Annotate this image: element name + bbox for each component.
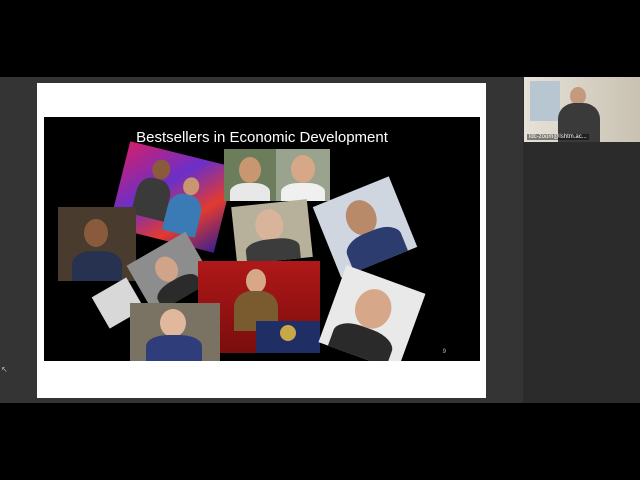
slide-content: Bestsellers in Economic Development 9 — [44, 117, 480, 361]
author-photo-4 — [231, 199, 313, 265]
slide-page-number: 9 — [442, 349, 446, 355]
author-photo-2 — [276, 149, 330, 201]
mouse-cursor-icon: ↖ — [1, 365, 8, 374]
participant-video-tile[interactable]: ldc-zoom@lshtm.ac... — [524, 77, 640, 142]
slide-title: Bestsellers in Economic Development — [136, 129, 388, 146]
author-photo-1 — [224, 149, 276, 201]
author-photo-3 — [58, 207, 136, 281]
author-photo-9 — [130, 303, 220, 361]
participant-name-label: ldc-zoom@lshtm.ac... — [527, 134, 589, 140]
author-photo-10 — [318, 265, 426, 361]
